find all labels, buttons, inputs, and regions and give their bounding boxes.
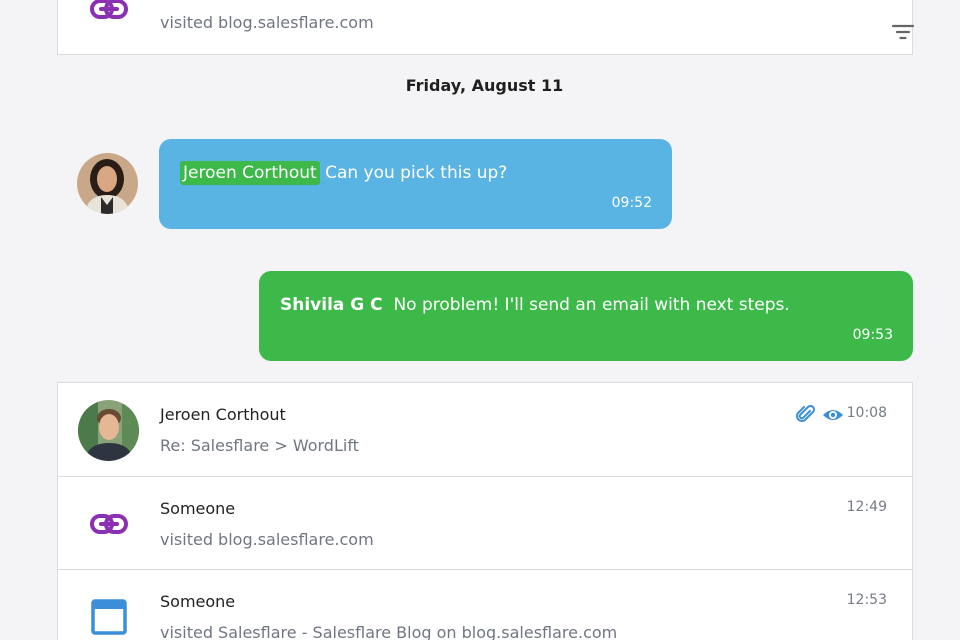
- visit-subtitle: visited blog.salesflare.com: [160, 13, 374, 32]
- paperclip-icon: [796, 405, 816, 422]
- outgoing-message-bubble[interactable]: Shivila G C No problem! I'll send an ema…: [259, 271, 913, 361]
- filter-icon[interactable]: [891, 23, 915, 41]
- feed-row-email[interactable]: Jeroen Corthout Re: Salesflare > WordLif…: [58, 383, 912, 476]
- mention-tag[interactable]: Jeroen Corthout: [180, 161, 320, 185]
- avatar[interactable]: [77, 153, 138, 214]
- feed-row-time: 10:08: [846, 405, 887, 421]
- feed-row-subtitle: visited Salesflare - Salesflare Blog on …: [160, 623, 618, 640]
- feed-row-time: 12:49: [846, 499, 887, 515]
- feed-row-subtitle: Re: Salesflare > WordLift: [160, 436, 359, 455]
- feed-row-title: Someone: [160, 592, 236, 611]
- message-time: 09:52: [611, 195, 652, 211]
- message-time: 09:53: [852, 327, 893, 343]
- avatar: [78, 400, 139, 461]
- link-icon: [90, 0, 128, 19]
- feed-row-subtitle: visited blog.salesflare.com: [160, 530, 374, 549]
- message-text: Jeroen Corthout Can you pick this up?: [180, 161, 508, 185]
- message-body: No problem! I'll send an email with next…: [393, 295, 790, 315]
- browser-window-icon: [91, 599, 127, 635]
- feed-row-page-visit[interactable]: Someone visited Salesflare - Salesflare …: [58, 569, 912, 640]
- feed-row-title: Jeroen Corthout: [160, 405, 286, 424]
- feed-row-time: 12:53: [846, 592, 887, 608]
- avatar-photo: [78, 400, 139, 461]
- eye-icon: [823, 410, 843, 420]
- message-text: Shivila G C No problem! I'll send an ema…: [280, 295, 790, 315]
- incoming-message-bubble[interactable]: Jeroen Corthout Can you pick this up? 09…: [159, 139, 672, 229]
- date-separator: Friday, August 11: [405, 76, 564, 95]
- feed-row-visit[interactable]: Someone visited blog.salesflare.com 12:4…: [58, 476, 912, 569]
- message-body: Can you pick this up?: [325, 163, 508, 183]
- activity-feed: Jeroen Corthout Re: Salesflare > WordLif…: [57, 382, 913, 640]
- feed-row-title: Someone: [160, 499, 236, 518]
- website-visit-card[interactable]: visited blog.salesflare.com: [57, 0, 915, 55]
- timeline: visited blog.salesflare.com Friday, Augu…: [0, 0, 960, 640]
- link-icon: [90, 514, 128, 534]
- avatar-photo: [77, 153, 138, 214]
- message-sender: Shivila G C: [280, 295, 383, 315]
